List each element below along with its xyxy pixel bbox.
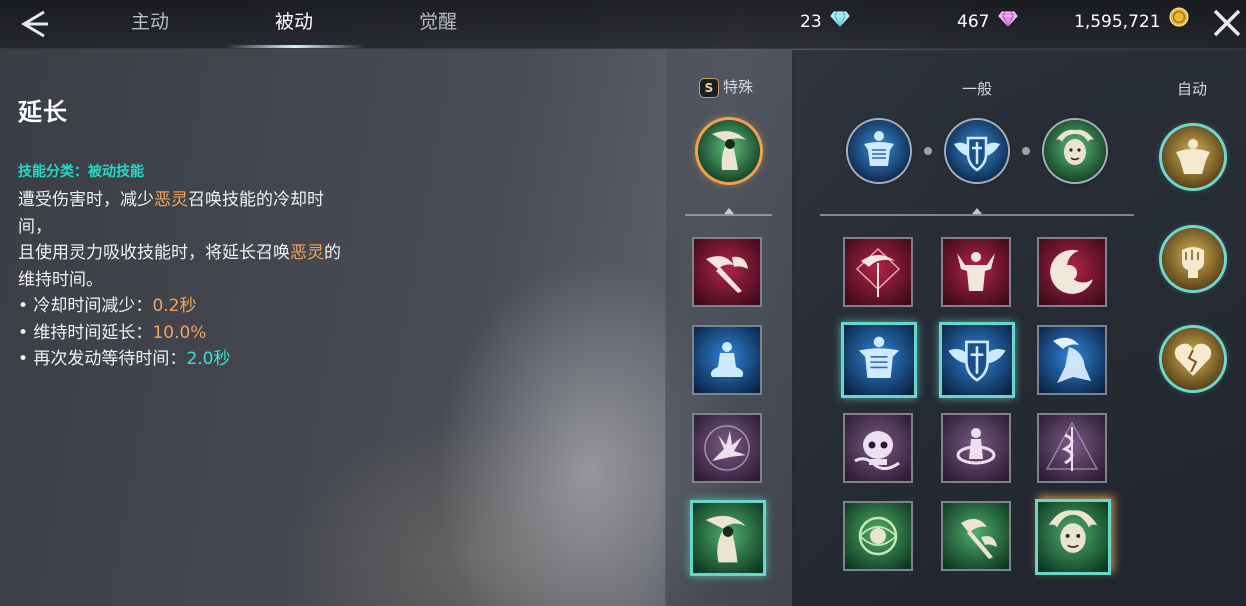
winged-shield-icon xyxy=(946,120,1008,182)
skill-description: 延长 技能分类：被动技能 遭受伤害时，减少恶灵召唤技能的冷却时 间， 且使用灵力… xyxy=(18,92,388,373)
special-header-label: 特殊 xyxy=(723,78,754,96)
stat-label: • 再次发动等待时间： xyxy=(18,349,187,369)
special-skill-2[interactable] xyxy=(692,325,762,395)
auto-header: 自动 xyxy=(1177,80,1208,98)
equipped-general-slot-2[interactable] xyxy=(946,120,1008,182)
special-skill-1[interactable] xyxy=(692,237,762,307)
general-skill-r3c2[interactable] xyxy=(941,413,1011,483)
general-skill-r2c3[interactable] xyxy=(1037,325,1107,395)
broken-heart-gold-icon xyxy=(1162,328,1224,390)
currency-value: 23 xyxy=(800,12,822,32)
medusa-icon xyxy=(1044,120,1106,182)
special-badge: S xyxy=(699,77,719,98)
equipped-general-slot-1[interactable] xyxy=(848,120,910,182)
auto-slot-3[interactable] xyxy=(1162,328,1224,390)
stat-duration: • 维持时间延长：10.0% xyxy=(18,320,388,347)
active-tab-indicator xyxy=(226,45,364,48)
stat-cooldown: • 冷却时间减少：0.2秒 xyxy=(18,293,388,320)
gold-coin-icon xyxy=(1169,0,1189,44)
general-skill-r1c3[interactable] xyxy=(1037,237,1107,307)
special-header: S 特殊 xyxy=(699,76,753,98)
general-header: 一般 xyxy=(962,80,993,98)
back-arrow-icon[interactable] xyxy=(18,8,52,40)
auto-slot-1[interactable] xyxy=(1162,126,1224,188)
desc-text: 且使用灵力吸收技能时，将延长召唤 xyxy=(18,243,290,263)
equipped-special-slot[interactable] xyxy=(698,120,760,182)
meditation-blue-icon xyxy=(694,327,760,393)
general-skill-r3c1[interactable] xyxy=(843,413,913,483)
desc-text: 的 xyxy=(324,243,341,263)
stat-label: • 维持时间延长： xyxy=(18,322,153,343)
tab-active[interactable]: 主动 xyxy=(95,0,205,46)
tab-passive[interactable]: 被动 xyxy=(239,0,349,46)
general-skill-r2c2[interactable] xyxy=(939,322,1015,398)
currency-value: 1,595,721 xyxy=(1074,12,1161,32)
skeleton-body-icon xyxy=(848,120,910,182)
berserker-crimson-icon xyxy=(943,239,1009,305)
general-skill-r4c1[interactable] xyxy=(843,501,913,571)
reaper-green-icon xyxy=(698,120,760,182)
fist-gold-icon xyxy=(1162,228,1224,290)
crescent-moon-crimson-icon xyxy=(1039,239,1105,305)
special-divider xyxy=(685,214,772,216)
currency-gold: 1,595,721 xyxy=(1074,0,1189,46)
equipped-general-slot-3[interactable] xyxy=(1044,120,1106,182)
currency-value: 467 xyxy=(957,12,990,32)
general-skill-r1c2[interactable] xyxy=(941,237,1011,307)
divider-notch xyxy=(724,208,734,214)
general-skill-r4c2[interactable] xyxy=(941,501,1011,571)
close-icon[interactable] xyxy=(1210,6,1244,40)
winged-shield-icon xyxy=(942,325,1012,395)
skill-title: 延长 xyxy=(18,98,68,126)
desc-highlight: 恶灵 xyxy=(154,190,188,210)
caduceus-purple-icon xyxy=(1039,415,1105,481)
auto-slot-2[interactable] xyxy=(1162,228,1224,290)
medusa-icon xyxy=(1038,502,1108,572)
currency-purple-diamond: 467 xyxy=(957,0,1018,46)
general-skill-r2c1[interactable] xyxy=(841,322,917,398)
stat-recast: • 再次发动等待时间：2.0秒 xyxy=(18,346,388,373)
desc-highlight: 恶灵 xyxy=(290,243,324,263)
divider-notch xyxy=(972,208,982,214)
general-skill-r3c3[interactable] xyxy=(1037,413,1107,483)
general-divider xyxy=(820,214,1134,216)
diamond-purple-icon xyxy=(998,0,1018,44)
skill-category: 技能分类：被动技能 xyxy=(18,164,144,180)
skeleton-body-icon xyxy=(844,325,914,395)
special-skill-3[interactable] xyxy=(692,413,762,483)
stat-value: 10.0% xyxy=(152,322,207,343)
tab-awakening[interactable]: 觉醒 xyxy=(383,0,493,46)
stat-label: • 冷却时间减少： xyxy=(18,296,153,316)
demon-axe-crimson-icon xyxy=(694,239,760,305)
separator-dot xyxy=(924,147,932,155)
general-skill-r4c3[interactable] xyxy=(1035,499,1111,575)
general-skill-r1c1[interactable] xyxy=(843,237,913,307)
desc-text: 间， xyxy=(18,216,52,237)
desc-text: 维持时间。 xyxy=(18,269,103,290)
wraith-scythe-blue-icon xyxy=(1039,327,1105,393)
skull-snake-purple-icon xyxy=(845,415,911,481)
special-skill-4[interactable] xyxy=(690,500,766,576)
desc-text: 召唤技能的冷却时 xyxy=(188,190,324,210)
separator-dot xyxy=(1022,147,1030,155)
muscle-body-gold-icon xyxy=(1162,126,1224,188)
celtic-knot-green-icon xyxy=(845,503,911,569)
serpent-coil-purple-icon xyxy=(943,415,1009,481)
reaper-green-icon xyxy=(693,503,763,573)
stat-value: 0.2秒 xyxy=(152,296,197,316)
double-axe-green-icon xyxy=(943,503,1009,569)
skill-body: 遭受伤害时，减少恶灵召唤技能的冷却时 间， 且使用灵力吸收技能时，将延长召唤恶灵… xyxy=(18,187,388,373)
top-bar: 主动 被动 觉醒 23 467 1,595,721 xyxy=(0,0,1246,49)
desc-text: 遭受伤害时，减少 xyxy=(18,190,154,210)
scythe-crimson-icon xyxy=(845,239,911,305)
stat-value: 2.0秒 xyxy=(186,349,231,369)
currency-blue-diamond: 23 xyxy=(800,0,850,46)
diamond-blue-icon xyxy=(830,0,850,44)
ghost-hand-purple-icon xyxy=(694,415,760,481)
